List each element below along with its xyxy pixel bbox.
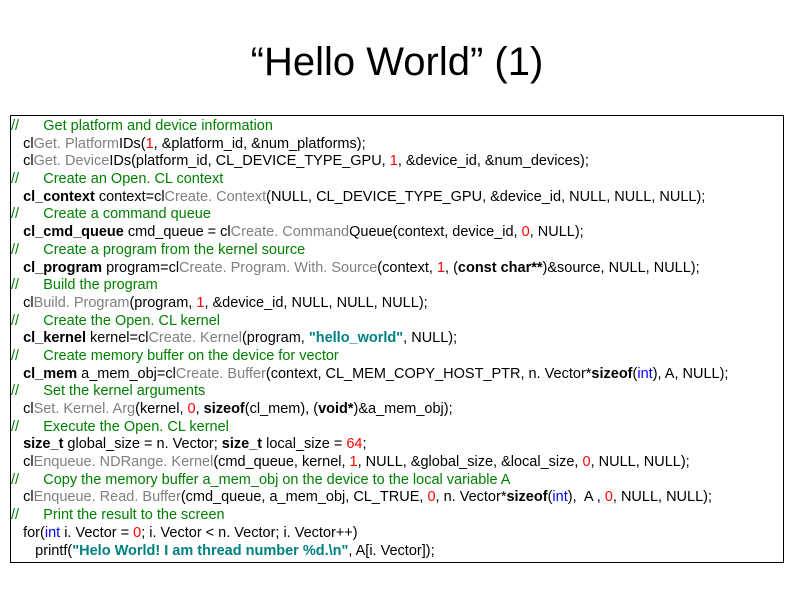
- code-line: // Copy the memory buffer a_mem_obj on t…: [11, 472, 783, 490]
- code-line: // Create memory buffer on the device fo…: [11, 348, 783, 366]
- code-line: printf("Helo World! I am thread number %…: [11, 543, 783, 561]
- code-line: // Build the program: [11, 277, 783, 295]
- code-block: // Get platform and device information c…: [10, 115, 784, 563]
- code-line: for(int i. Vector = 0; i. Vector < n. Ve…: [11, 525, 783, 543]
- code-line: clEnqueue. NDRange. Kernel(cmd_queue, ke…: [11, 454, 783, 472]
- code-line: clSet. Kernel. Arg(kernel, 0, sizeof(cl_…: [11, 401, 783, 419]
- code-line: cl_program program=clCreate. Program. Wi…: [11, 260, 783, 278]
- slide-title: “Hello World” (1): [0, 0, 794, 115]
- code-line: clGet. DeviceIDs(platform_id, CL_DEVICE_…: [11, 153, 783, 171]
- code-line: // Create a program from the kernel sour…: [11, 242, 783, 260]
- code-line: // Create the Open. CL kernel: [11, 313, 783, 331]
- code-line: clEnqueue. Read. Buffer(cmd_queue, a_mem…: [11, 489, 783, 507]
- code-line: cl_context context=clCreate. Context(NUL…: [11, 189, 783, 207]
- code-line: cl_cmd_queue cmd_queue = clCreate. Comma…: [11, 224, 783, 242]
- code-line: // Create an Open. CL context: [11, 171, 783, 189]
- code-line: size_t global_size = n. Vector; size_t l…: [11, 436, 783, 454]
- code-line: // Get platform and device information: [11, 118, 783, 136]
- code-line: // Execute the Open. CL kernel: [11, 419, 783, 437]
- slide: “Hello World” (1) // Get platform and de…: [0, 0, 794, 595]
- code-line: cl_kernel kernel=clCreate. Kernel(progra…: [11, 330, 783, 348]
- code-line: // Set the kernel arguments: [11, 383, 783, 401]
- code-line: // Print the result to the screen: [11, 507, 783, 525]
- code-line: // Create a command queue: [11, 206, 783, 224]
- code-line: cl_mem a_mem_obj=clCreate. Buffer(contex…: [11, 366, 783, 384]
- code-line: clGet. PlatformIDs(1, &platform_id, &num…: [11, 136, 783, 154]
- code-line: clBuild. Program(program, 1, &device_id,…: [11, 295, 783, 313]
